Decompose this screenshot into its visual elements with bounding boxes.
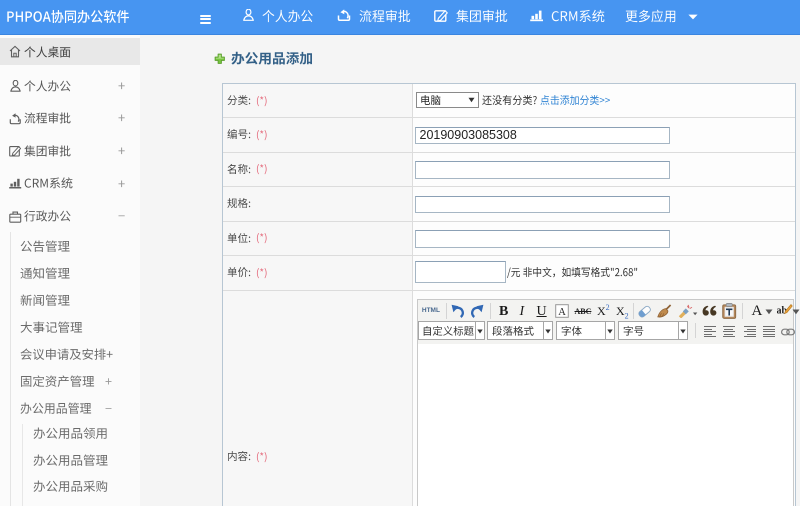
svg-text:A: A xyxy=(558,307,566,318)
